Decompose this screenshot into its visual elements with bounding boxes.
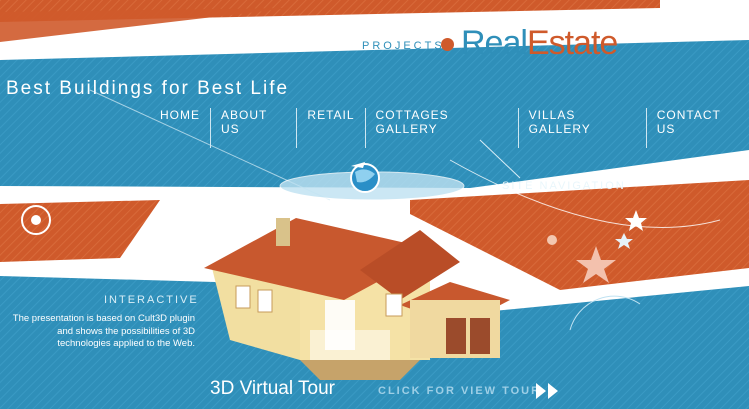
view-tour-link[interactable]: CLICK FOR VIEW TOUR <box>378 385 541 397</box>
nav-cottages-gallery[interactable]: COTTAGES GALLERY <box>366 108 519 148</box>
nav-contact-us[interactable]: CONTACT US <box>647 108 749 148</box>
nav-villas-gallery[interactable]: VILLAS GALLERY <box>519 108 647 148</box>
target-icon <box>21 205 51 235</box>
projects-label: PROJECTS <box>362 40 445 52</box>
site-navigation: HOME ABOUT US RETAIL COTTAGES GALLERY VI… <box>150 108 749 148</box>
nav-home[interactable]: HOME <box>150 108 211 148</box>
tagline: Best Buildings for Best Life <box>6 78 290 99</box>
real-estate-page: PROJECTS RealEstate Best Buildings for B… <box>0 0 749 409</box>
nav-about-us[interactable]: ABOUT US <box>211 108 298 148</box>
play-icon[interactable] <box>536 381 560 401</box>
interactive-title: INTERACTIVE <box>104 294 199 306</box>
nav-retail[interactable]: RETAIL <box>297 108 366 148</box>
site-navigation-label: SITE NAVIGATION <box>502 180 626 192</box>
interactive-text: The presentation is based on Cult3D plug… <box>12 313 195 349</box>
brand-logo[interactable]: RealEstate <box>461 24 618 63</box>
globe-icon[interactable] <box>345 156 385 196</box>
brand-dot <box>441 38 454 51</box>
brand-estate: Estate <box>526 24 618 62</box>
right-orange-band <box>410 180 749 290</box>
brand-real: Real <box>461 24 528 62</box>
virtual-tour-title[interactable]: 3D Virtual Tour <box>210 378 335 400</box>
